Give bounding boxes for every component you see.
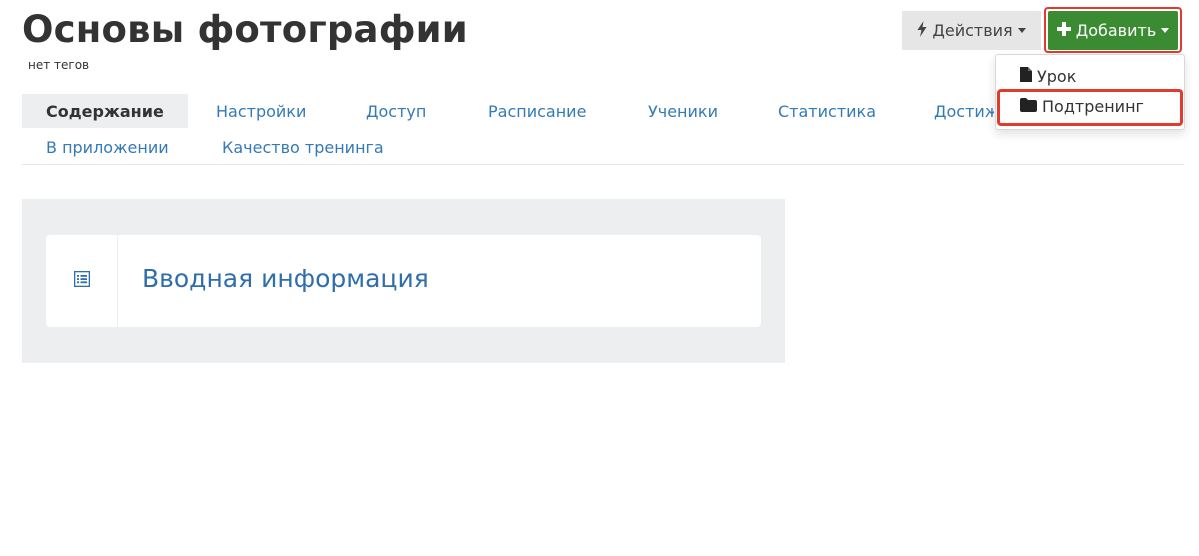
chevron-down-icon	[1161, 28, 1170, 33]
tab-students[interactable]: Ученики	[648, 94, 718, 128]
plus-icon	[1056, 21, 1071, 40]
lesson-card[interactable]: Вводная информация	[46, 235, 761, 327]
tab-statistics[interactable]: Статистика	[778, 94, 876, 128]
page-title: Основы фотографии	[22, 8, 468, 51]
tab-schedule[interactable]: Расписание	[488, 94, 586, 128]
tab-content[interactable]: Содержание	[22, 94, 188, 128]
tabs-divider	[22, 164, 1184, 165]
menu-item-subtraining[interactable]: Подтренинг	[996, 91, 1184, 121]
lightning-icon	[917, 20, 927, 41]
tab-in-app[interactable]: В приложении	[46, 130, 169, 164]
tab-achievements[interactable]: Достиж	[934, 94, 994, 128]
lesson-icon-cell	[46, 235, 118, 327]
lesson-title[interactable]: Вводная информация	[142, 264, 429, 293]
add-button[interactable]: Добавить	[1048, 11, 1178, 50]
menu-item-lesson-label: Урок	[1037, 66, 1077, 86]
chevron-down-icon	[1017, 28, 1026, 33]
list-icon	[73, 270, 90, 291]
tab-access[interactable]: Доступ	[366, 94, 426, 128]
actions-button[interactable]: Действия	[902, 11, 1041, 50]
file-icon	[1020, 66, 1032, 86]
actions-button-label: Действия	[932, 21, 1013, 40]
menu-item-lesson[interactable]: Урок	[996, 61, 1184, 91]
add-dropdown-menu: Урок Подтренинг	[995, 54, 1185, 130]
tab-training-quality[interactable]: Качество тренинга	[222, 130, 384, 164]
add-button-label: Добавить	[1075, 21, 1157, 40]
menu-item-subtraining-label: Подтренинг	[1042, 96, 1144, 116]
tags-label: нет тегов	[28, 58, 90, 72]
folder-icon	[1020, 97, 1037, 116]
tab-settings[interactable]: Настройки	[216, 94, 306, 128]
